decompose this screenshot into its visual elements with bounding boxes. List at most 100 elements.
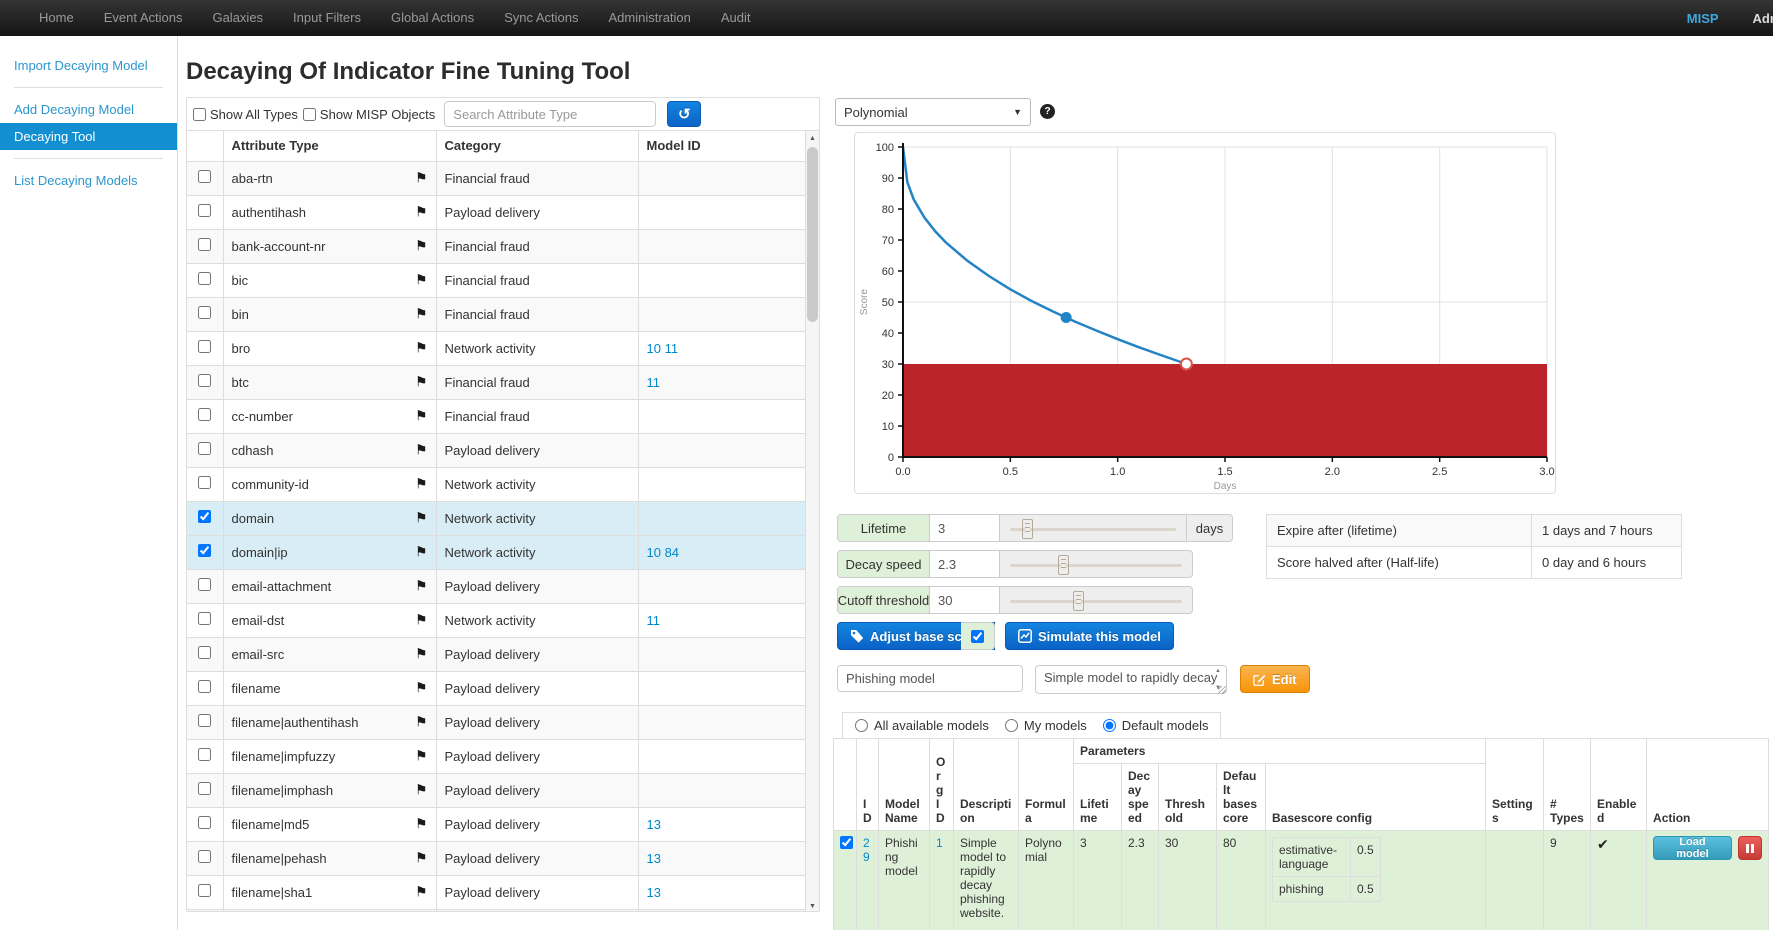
flag-icon[interactable]: ⚑ [415, 306, 428, 323]
expiration-point[interactable] [1181, 359, 1192, 370]
half-life-point[interactable] [1062, 313, 1071, 322]
flag-icon[interactable]: ⚑ [415, 816, 428, 833]
pause-model-button[interactable] [1738, 836, 1762, 860]
attribute-row-checkbox[interactable] [198, 646, 211, 659]
nav-item-event-actions[interactable]: Event Actions [89, 0, 198, 36]
scroll-up-icon[interactable]: ▲ [806, 131, 819, 145]
model-id-link[interactable]: 13 [647, 851, 661, 866]
adjust-base-score-checkbox[interactable] [971, 630, 984, 643]
model-id-link[interactable]: 10 11 [647, 341, 679, 356]
attribute-row-checkbox[interactable] [198, 442, 211, 455]
flag-icon[interactable]: ⚑ [415, 544, 428, 561]
model-id-link[interactable]: 29 [863, 836, 870, 864]
nav-item-audit[interactable]: Audit [706, 0, 766, 36]
nav-item-administration[interactable]: Administration [594, 0, 706, 36]
slider-thumb[interactable] [1073, 591, 1084, 611]
nav-item-home[interactable]: Home [24, 0, 89, 36]
slider-value-input[interactable]: 3 [930, 515, 1000, 541]
edit-model-button[interactable]: Edit [1240, 665, 1310, 693]
textarea-resize-grip[interactable] [1218, 686, 1226, 694]
attribute-row-checkbox[interactable] [198, 170, 211, 183]
flag-icon[interactable]: ⚑ [415, 204, 428, 221]
model-name-input[interactable] [837, 665, 1023, 692]
nav-item-galaxies[interactable]: Galaxies [197, 0, 278, 36]
radio-all-available-models[interactable]: All available models [855, 718, 989, 733]
attribute-row-checkbox[interactable] [198, 782, 211, 795]
scrollbar-thumb[interactable] [807, 147, 818, 322]
flag-icon[interactable]: ⚑ [415, 476, 428, 493]
flag-icon[interactable]: ⚑ [415, 272, 428, 289]
flag-icon[interactable]: ⚑ [415, 408, 428, 425]
flag-icon[interactable]: ⚑ [415, 884, 428, 901]
flag-icon[interactable]: ⚑ [415, 442, 428, 459]
attribute-row-checkbox[interactable] [198, 748, 211, 761]
load-model-button[interactable]: Load model [1653, 836, 1732, 860]
sidebar-item-add-decaying-model[interactable]: Add Decaying Model [0, 96, 177, 123]
nav-item-input-filters[interactable]: Input Filters [278, 0, 376, 36]
show-all-types-toggle[interactable]: Show All Types [193, 107, 298, 122]
org-id-link[interactable]: 1 [936, 836, 943, 850]
attribute-row-checkbox[interactable] [198, 612, 211, 625]
attribute-row-checkbox[interactable] [198, 340, 211, 353]
slider-thumb[interactable] [1058, 555, 1069, 575]
flag-icon[interactable]: ⚑ [415, 680, 428, 697]
attribute-row-checkbox[interactable] [198, 816, 211, 829]
simulate-model-button[interactable]: Simulate this model [1005, 622, 1174, 650]
attribute-row-checkbox[interactable] [198, 544, 211, 557]
formula-select[interactable]: Polynomial ▼ [835, 98, 1031, 126]
model-id-link[interactable]: 13 [647, 817, 661, 832]
model-row-checkbox[interactable] [840, 836, 853, 849]
attribute-row-checkbox[interactable] [198, 578, 211, 591]
nav-item-sync-actions[interactable]: Sync Actions [489, 0, 593, 36]
slider-track[interactable] [1000, 515, 1186, 541]
refresh-button[interactable]: ↻ [667, 101, 701, 127]
attribute-table-scrollbar[interactable]: ▲ ▼ [805, 131, 819, 912]
sidebar-item-import-decaying-model[interactable]: Import Decaying Model [0, 52, 177, 79]
slider-thumb[interactable] [1022, 519, 1033, 539]
flag-icon[interactable]: ⚑ [415, 238, 428, 255]
flag-icon[interactable]: ⚑ [415, 510, 428, 527]
slider-value-input[interactable]: 2.3 [930, 551, 1000, 577]
search-attribute-input[interactable] [444, 101, 656, 127]
sidebar-item-decaying-tool[interactable]: Decaying Tool [0, 123, 177, 150]
model-id-link[interactable]: 13 [647, 885, 661, 900]
user-menu[interactable]: Admin [1753, 11, 1773, 26]
flag-icon[interactable]: ⚑ [415, 578, 428, 595]
radio-input[interactable] [1103, 719, 1116, 732]
radio-default-models[interactable]: Default models [1103, 718, 1209, 733]
attribute-row-checkbox[interactable] [198, 850, 211, 863]
flag-icon[interactable]: ⚑ [415, 170, 428, 187]
attribute-row-checkbox[interactable] [198, 306, 211, 319]
nav-item-global-actions[interactable]: Global Actions [376, 0, 489, 36]
show-all-types-checkbox[interactable] [193, 108, 206, 121]
flag-icon[interactable]: ⚑ [415, 850, 428, 867]
attribute-row-checkbox[interactable] [198, 680, 211, 693]
show-misp-objects-toggle[interactable]: Show MISP Objects [303, 107, 435, 122]
slider-track[interactable] [1000, 587, 1192, 613]
radio-input[interactable] [1005, 719, 1018, 732]
flag-icon[interactable]: ⚑ [415, 714, 428, 731]
attribute-row-checkbox[interactable] [198, 510, 211, 523]
flag-icon[interactable]: ⚑ [415, 374, 428, 391]
help-icon[interactable]: ? [1040, 104, 1055, 119]
attribute-row-checkbox[interactable] [198, 408, 211, 421]
attribute-row-checkbox[interactable] [198, 374, 211, 387]
sidebar-item-list-decaying-models[interactable]: List Decaying Models [0, 167, 177, 194]
attribute-row-checkbox[interactable] [198, 714, 211, 727]
slider-value-input[interactable]: 30 [930, 587, 1000, 613]
flag-icon[interactable]: ⚑ [415, 646, 428, 663]
attribute-row-checkbox[interactable] [198, 884, 211, 897]
model-description-textarea[interactable] [1035, 665, 1227, 694]
flag-icon[interactable]: ⚑ [415, 748, 428, 765]
flag-icon[interactable]: ⚑ [415, 782, 428, 799]
attribute-row-checkbox[interactable] [198, 238, 211, 251]
misp-brand-link[interactable]: MISP [1687, 11, 1719, 26]
flag-icon[interactable]: ⚑ [415, 612, 428, 629]
slider-track[interactable] [1000, 551, 1192, 577]
radio-my-models[interactable]: My models [1005, 718, 1087, 733]
show-misp-objects-checkbox[interactable] [303, 108, 316, 121]
attribute-row-checkbox[interactable] [198, 272, 211, 285]
radio-input[interactable] [855, 719, 868, 732]
model-id-link[interactable]: 11 [647, 375, 661, 390]
flag-icon[interactable]: ⚑ [415, 340, 428, 357]
